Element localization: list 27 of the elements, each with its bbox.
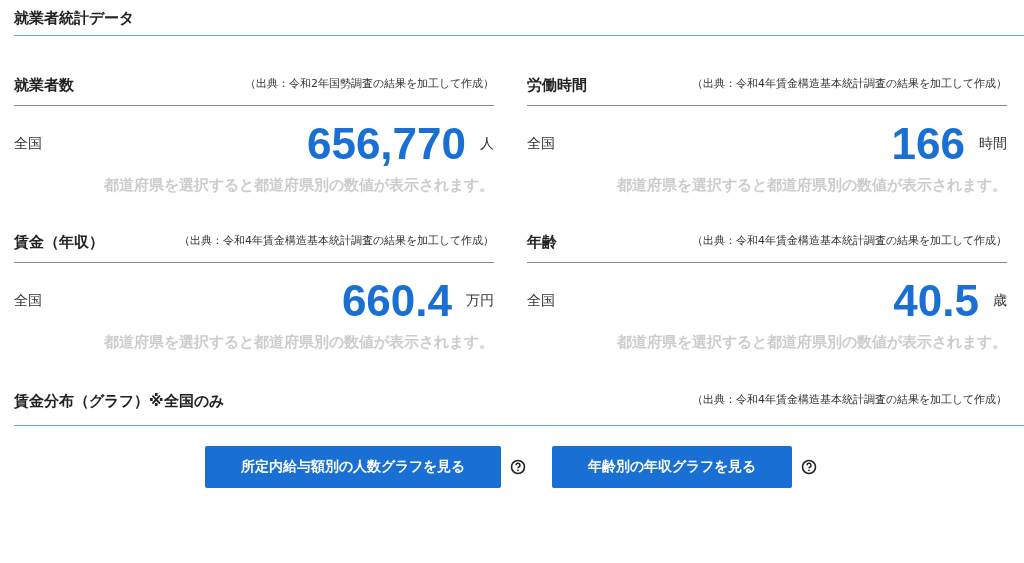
graph-button[interactable]: 所定内給与額別の人数グラフを見る	[204, 446, 501, 488]
source-note: （出典：令和4年賃金構造基本統計調査の結果を加工して作成）	[692, 76, 1007, 91]
stat-title: 就業者数	[14, 76, 74, 95]
stat-value: 40.5	[893, 276, 979, 326]
unit-label: 万円	[466, 292, 494, 310]
region-label: 全国	[14, 135, 42, 153]
region-label: 全国	[527, 292, 555, 310]
section-heading: 賃金分布（グラフ）※全国のみ	[14, 392, 224, 411]
region-label: 全国	[14, 292, 42, 310]
section-title: 就業者統計データ	[14, 0, 1024, 36]
stat-value: 660.4	[341, 276, 452, 326]
source-note: （出典：令和4年賃金構造基本統計調査の結果を加工して作成）	[692, 233, 1007, 248]
stat-title: 賃金（年収）	[14, 233, 104, 252]
stat-value: 656,770	[306, 119, 466, 169]
help-icon[interactable]	[509, 459, 526, 475]
source-note: （出典：令和2年国勢調査の結果を加工して作成）	[245, 76, 494, 91]
help-icon[interactable]	[800, 459, 817, 475]
unit-label: 時間	[979, 135, 1007, 153]
stat-value: 166	[891, 119, 965, 169]
unit-label: 歳	[993, 292, 1007, 310]
source-note: （出典：令和4年賃金構造基本統計調査の結果を加工して作成）	[179, 233, 494, 248]
stat-title: 年齢	[527, 233, 557, 252]
unit-label: 人	[480, 135, 494, 153]
source-note: （出典：令和4年賃金構造基本統計調査の結果を加工して作成）	[692, 392, 1007, 407]
region-label: 全国	[527, 135, 555, 153]
graph-button[interactable]: 年齢別の年収グラフを見る	[551, 446, 792, 488]
stat-title: 労働時間	[527, 76, 587, 95]
